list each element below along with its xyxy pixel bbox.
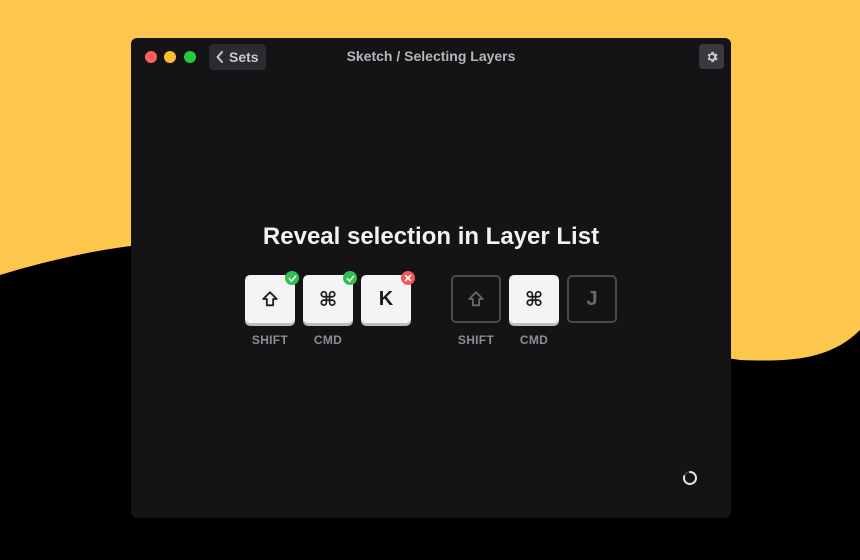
gear-icon	[707, 51, 718, 62]
keys-area: SHIFT ⌘ CMD K SHIFT ⌘ CMD J	[131, 271, 731, 355]
key-label: SHIFT	[251, 333, 289, 347]
key-cap	[451, 275, 501, 323]
shift-icon	[468, 291, 484, 307]
x-icon	[401, 271, 415, 285]
answer-key-j: J	[567, 275, 617, 333]
key-label: SHIFT	[457, 333, 495, 347]
key-label: CMD	[519, 333, 549, 347]
key-label: CMD	[313, 333, 343, 347]
shortcut-prompt: Reveal selection in Layer List	[262, 223, 600, 250]
key-cap: J	[567, 275, 617, 323]
window-title: Sketch / Selecting Layers	[346, 48, 516, 64]
check-icon	[343, 271, 357, 285]
answer-key-shift: SHIFT	[451, 275, 501, 347]
title-bar: Sets Sketch / Selecting Layers	[131, 38, 731, 76]
app-window: Sets Sketch / Selecting Layers Reveal se…	[131, 38, 731, 518]
settings-button[interactable]	[699, 44, 724, 69]
spinner-icon	[683, 471, 697, 485]
attempt-key-cmd: ⌘ CMD	[303, 271, 357, 347]
key-cap: ⌘	[509, 275, 559, 323]
answer-key-cmd: ⌘ CMD	[509, 275, 559, 347]
attempt-key-k: K	[361, 271, 415, 333]
shift-icon	[262, 291, 278, 307]
attempt-key-shift: SHIFT	[245, 271, 299, 347]
check-icon	[285, 271, 299, 285]
